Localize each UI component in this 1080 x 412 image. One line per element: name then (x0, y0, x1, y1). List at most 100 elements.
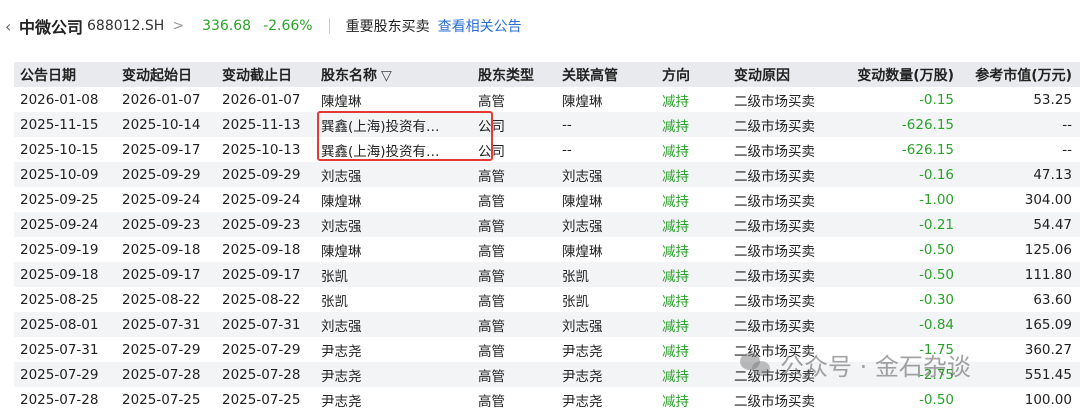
cell-announce-date: 2025-08-01 (14, 312, 116, 337)
cell-ref-value: 111.80 (962, 262, 1080, 287)
cell-direction: 减持 (662, 143, 689, 160)
column-header-related-exec[interactable]: 关联高管 (556, 62, 656, 87)
cell-direction: 减持 (656, 362, 728, 387)
cell-change-qty: -0.50 (919, 241, 954, 258)
cell-ref-value: 63.60 (1033, 291, 1072, 308)
cell-announce-date: 2025-10-15 (20, 141, 99, 158)
table-row[interactable]: 2025-11-15 2025-10-14 2025-11-13 巽鑫(上海)投资有…… (14, 112, 1080, 137)
cell-change-end: 2025-10-13 (222, 141, 301, 158)
cell-change-qty: -0.50 (836, 262, 962, 287)
column-header-direction[interactable]: 方向 (656, 62, 728, 87)
cell-direction: 减持 (656, 162, 728, 187)
cell-holder-name: 陳煌琳 (321, 193, 362, 210)
cell-change-qty: -0.21 (836, 212, 962, 237)
price-change-pct: -2.66% (263, 18, 313, 34)
column-header-holder-name[interactable]: 股东名称 ▽ (315, 62, 472, 87)
chevron-right-icon[interactable]: > (172, 18, 184, 34)
column-header-label: 股东类型 (478, 67, 534, 84)
cell-announce-date: 2025-08-25 (20, 291, 99, 308)
cell-direction: 减持 (662, 93, 689, 110)
cell-change-end: 2026-01-07 (222, 91, 301, 108)
column-header-label: 参考市值(万元) (975, 67, 1072, 84)
cell-change-reason: 二级市场买卖 (728, 262, 836, 287)
column-header-ref-value[interactable]: 参考市值(万元) (962, 62, 1080, 87)
cell-change-end: 2025-07-29 (222, 341, 301, 358)
column-header-change-end[interactable]: 变动截止日 (216, 62, 315, 87)
cell-change-reason: 二级市场买卖 (734, 193, 815, 210)
cell-announce-date: 2025-07-28 (20, 391, 99, 408)
cell-announce-date: 2025-11-15 (14, 112, 116, 137)
cell-related-exec: 张凯 (562, 293, 589, 310)
cell-related-exec: -- (556, 112, 656, 137)
column-header-holder-type[interactable]: 股东类型 (472, 62, 556, 87)
cell-related-exec: 尹志尧 (562, 343, 603, 360)
filter-icon[interactable]: ▽ (381, 68, 392, 84)
cell-announce-date: 2026-01-08 (20, 91, 99, 108)
column-header-change-start[interactable]: 变动起始日 (116, 62, 216, 87)
column-header-label: 方向 (662, 67, 690, 84)
cell-change-end: 2025-09-18 (222, 241, 301, 258)
cell-change-reason: 二级市场买卖 (728, 212, 836, 237)
table-row[interactable]: 2025-09-18 2025-09-17 2025-09-17 张凯 高管 张凯 减持 二级… (14, 262, 1080, 287)
cell-change-start: 2026-01-07 (122, 91, 201, 108)
table-row[interactable]: 2025-09-24 2025-09-23 2025-09-23 刘志强 高管 刘志强 减持… (14, 212, 1080, 237)
cell-holder-type: 高管 (478, 393, 505, 410)
table-row[interactable]: 2025-08-25 2025-08-22 2025-08-22 张凯 高管 张凯 减持 二级… (14, 287, 1080, 312)
stock-name[interactable]: 中微公司 (19, 14, 83, 38)
cell-change-end: 2025-08-22 (222, 291, 301, 308)
cell-change-start: 2025-09-29 (116, 162, 216, 187)
cell-change-qty: -1.00 (919, 191, 954, 208)
cell-ref-value: -- (962, 112, 1080, 137)
cell-change-end: 2025-09-23 (216, 212, 315, 237)
cell-change-reason: 二级市场买卖 (728, 112, 836, 137)
table-header-row: 公告日期 变动起始日 变动截止日 股东名称 ▽ 股东类型 关联高管 方向 变动原因 变动数量(万股… (14, 62, 1080, 87)
view-announcements-link[interactable]: 查看相关公告 (438, 16, 522, 36)
column-header-label: 关联高管 (562, 67, 618, 84)
section-title: 重要股东买卖 (345, 19, 430, 35)
cell-holder-name: 刘志强 (315, 312, 472, 337)
cell-holder-name: 尹志尧 (321, 393, 362, 410)
cell-change-start: 2025-09-18 (122, 241, 201, 258)
cell-holder-name: 刘志强 (315, 162, 472, 187)
cell-announce-date: 2025-10-09 (14, 162, 116, 187)
cell-related-exec: 尹志尧 (562, 393, 603, 410)
chevron-left-icon[interactable]: ‹ (5, 17, 19, 36)
cell-direction: 减持 (656, 212, 728, 237)
watermark-text: 公众号 · 金石杂谈 (780, 353, 971, 381)
cell-holder-type: 高管 (472, 162, 556, 187)
table-row[interactable]: 2025-10-15 2025-09-17 2025-10-13 巽鑫(上海)投资有…… (14, 137, 1080, 162)
cell-ref-value: 304.00 (1024, 191, 1072, 208)
cell-direction: 减持 (662, 343, 689, 360)
cell-related-exec: 刘志强 (556, 312, 656, 337)
cell-change-reason: 二级市场买卖 (734, 293, 815, 310)
cell-holder-type: 高管 (472, 312, 556, 337)
cell-change-end: 2025-09-24 (222, 191, 301, 208)
table-row[interactable]: 2025-07-28 2025-07-25 2025-07-25 尹志尧 高管 尹志尧 减持… (14, 387, 1080, 412)
cell-direction: 减持 (662, 243, 689, 260)
cell-change-reason: 二级市场买卖 (728, 162, 836, 187)
column-header-change-reason[interactable]: 变动原因 (728, 62, 836, 87)
table-row[interactable]: 2025-09-25 2025-09-24 2025-09-24 陳煌琳 高管 陳煌琳 减持… (14, 187, 1080, 212)
table-row[interactable]: 2025-08-01 2025-07-31 2025-07-31 刘志强 高管 刘志强 减持… (14, 312, 1080, 337)
cell-holder-name: 陳煌琳 (321, 93, 362, 110)
wechat-icon (740, 351, 772, 379)
cell-holder-type: 高管 (472, 362, 556, 387)
cell-direction: 减持 (656, 312, 728, 337)
column-header-label: 股东名称 (321, 67, 377, 84)
cell-related-exec: 尹志尧 (556, 362, 656, 387)
cell-direction: 减持 (662, 193, 689, 210)
table-row[interactable]: 2026-01-08 2026-01-07 2026-01-07 陳煌琳 高管 陳煌琳 减持… (14, 87, 1080, 112)
cell-ref-value: -- (1062, 141, 1072, 158)
cell-change-start: 2025-07-25 (122, 391, 201, 408)
column-header-change-qty[interactable]: 变动数量(万股) (836, 62, 962, 87)
cell-ref-value: 165.09 (962, 312, 1080, 337)
cell-change-start: 2025-10-14 (116, 112, 216, 137)
cell-ref-value: 53.25 (1033, 91, 1072, 108)
table-row[interactable]: 2025-10-09 2025-09-29 2025-09-29 刘志强 高管 刘志强 减持… (14, 162, 1080, 187)
cell-direction: 减持 (656, 112, 728, 137)
cell-holder-type: 高管 (472, 262, 556, 287)
cell-direction: 减持 (662, 393, 689, 410)
cell-holder-name: 尹志尧 (315, 362, 472, 387)
table-row[interactable]: 2025-09-19 2025-09-18 2025-09-18 陳煌琳 高管 陳煌琳 减持… (14, 237, 1080, 262)
column-header-announce-date[interactable]: 公告日期 (14, 62, 116, 87)
